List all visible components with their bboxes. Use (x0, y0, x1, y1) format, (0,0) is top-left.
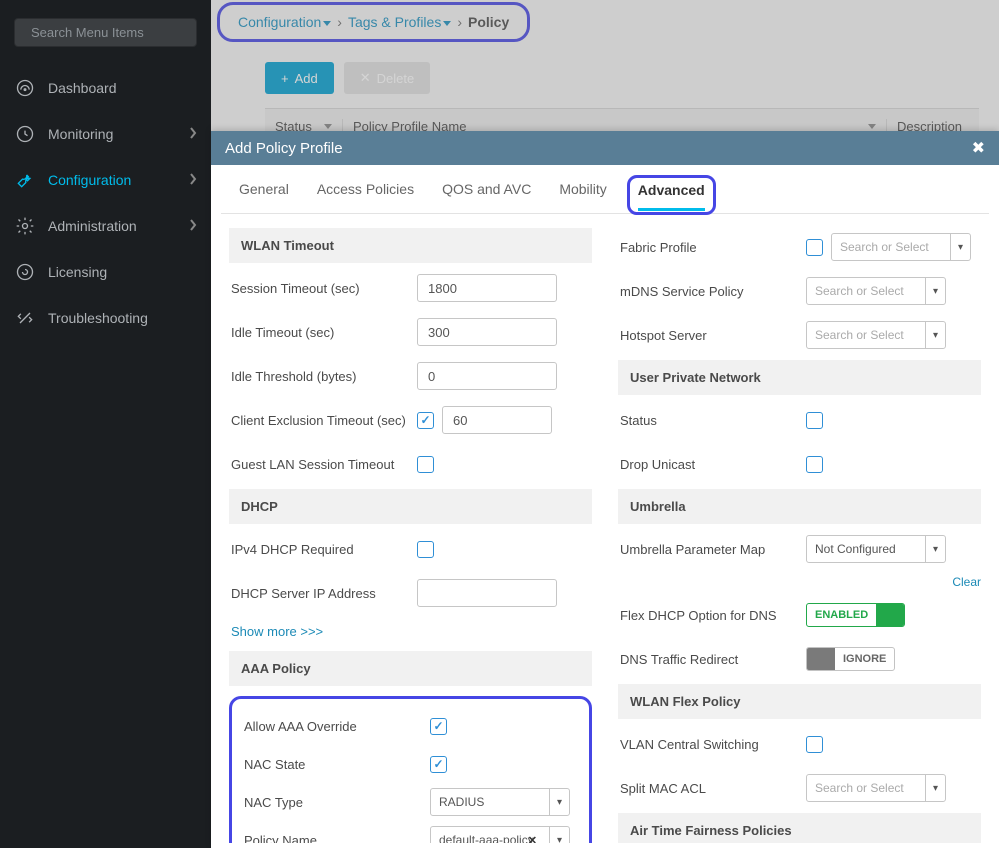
section-wlan-timeout: WLAN Timeout (229, 228, 592, 263)
label-upn-status: Status (618, 413, 806, 428)
dhcp-server-input[interactable] (417, 579, 557, 607)
aaa-policy-highlight: Allow AAA Override✓ NAC State✓ NAC TypeR… (229, 696, 592, 843)
caret-down-icon (549, 789, 569, 815)
label-ipv4-dhcp: IPv4 DHCP Required (229, 542, 417, 557)
label-guest-lan: Guest LAN Session Timeout (229, 457, 417, 472)
sidebar-item-label: Administration (48, 218, 137, 234)
label-dns-redirect: DNS Traffic Redirect (618, 652, 806, 667)
left-column: WLAN Timeout Session Timeout (sec) Idle … (229, 228, 592, 843)
search-input[interactable] (29, 24, 209, 41)
label-policy-name: Policy Name (242, 833, 430, 844)
chevron-right-icon (189, 218, 197, 234)
right-column: Fabric Profile Search or Select mDNS Serv… (618, 228, 981, 843)
umbrella-map-select[interactable]: Not Configured (806, 535, 946, 563)
allow-aaa-checkbox[interactable]: ✓ (430, 718, 447, 735)
fabric-profile-select[interactable]: Search or Select (831, 233, 971, 261)
show-more-link[interactable]: Show more >>> (229, 618, 592, 645)
section-upn: User Private Network (618, 360, 981, 395)
caret-down-icon (950, 234, 970, 260)
sidebar-item-administration[interactable]: Administration (0, 203, 211, 249)
label-dhcp-server: DHCP Server IP Address (229, 586, 417, 601)
label-hotspot: Hotspot Server (618, 328, 806, 343)
label-drop-unicast: Drop Unicast (618, 457, 806, 472)
label-idle-threshold: Idle Threshold (bytes) (229, 369, 417, 384)
upn-status-checkbox[interactable] (806, 412, 823, 429)
close-icon[interactable]: ✖ (972, 138, 985, 158)
vlan-central-checkbox[interactable] (806, 736, 823, 753)
label-mdns: mDNS Service Policy (618, 284, 806, 299)
sidebar-item-troubleshooting[interactable]: Troubleshooting (0, 295, 211, 341)
policy-name-select[interactable]: default-aaa-policy✕ (430, 826, 570, 843)
section-atf: Air Time Fairness Policies (618, 813, 981, 843)
sidebar-item-licensing[interactable]: Licensing (0, 249, 211, 295)
sidebar-item-label: Dashboard (48, 80, 117, 96)
monitoring-icon (14, 123, 36, 145)
caret-down-icon (925, 536, 945, 562)
caret-down-icon (925, 775, 945, 801)
mdns-select[interactable]: Search or Select (806, 277, 946, 305)
caret-down-icon (925, 322, 945, 348)
dashboard-icon (14, 77, 36, 99)
label-split-mac: Split MAC ACL (618, 781, 806, 796)
hotspot-select[interactable]: Search or Select (806, 321, 946, 349)
label-nac-type: NAC Type (242, 795, 430, 810)
sidebar-item-configuration[interactable]: Configuration (0, 157, 211, 203)
sidebar-search[interactable] (14, 18, 197, 47)
label-client-exclusion: Client Exclusion Timeout (sec) (229, 413, 417, 428)
sidebar: Dashboard Monitoring Configuration Admin… (0, 0, 211, 848)
section-dhcp: DHCP (229, 489, 592, 524)
client-exclusion-checkbox[interactable]: ✓ (417, 412, 434, 429)
sidebar-item-label: Licensing (48, 264, 107, 280)
session-timeout-input[interactable] (417, 274, 557, 302)
modal-title: Add Policy Profile (225, 140, 343, 157)
tab-general[interactable]: General (239, 177, 289, 213)
sidebar-item-label: Troubleshooting (48, 310, 148, 326)
client-exclusion-input[interactable] (442, 406, 552, 434)
main-content: Configuration › Tags & Profiles › Policy… (211, 0, 999, 848)
idle-threshold-input[interactable] (417, 362, 557, 390)
flex-dhcp-toggle[interactable]: ENABLED (806, 603, 905, 627)
section-aaa: AAA Policy (229, 651, 592, 686)
add-policy-profile-modal: Add Policy Profile ✖ General Access Poli… (211, 131, 999, 848)
label-idle-timeout: Idle Timeout (sec) (229, 325, 417, 340)
tab-mobility[interactable]: Mobility (559, 177, 606, 213)
modal-tabs: General Access Policies QOS and AVC Mobi… (221, 165, 989, 214)
caret-down-icon (549, 827, 569, 843)
tab-advanced[interactable]: Advanced (638, 178, 705, 211)
ipv4-dhcp-checkbox[interactable] (417, 541, 434, 558)
label-nac-state: NAC State (242, 757, 430, 772)
label-fabric-profile: Fabric Profile (618, 240, 806, 255)
modal-header: Add Policy Profile ✖ (211, 131, 999, 165)
sidebar-item-monitoring[interactable]: Monitoring (0, 111, 211, 157)
label-session-timeout: Session Timeout (sec) (229, 281, 417, 296)
gear-icon (14, 215, 36, 237)
fabric-profile-checkbox[interactable] (806, 239, 823, 256)
guest-lan-checkbox[interactable] (417, 456, 434, 473)
tab-qos-avc[interactable]: QOS and AVC (442, 177, 531, 213)
label-umbrella-map: Umbrella Parameter Map (618, 542, 806, 557)
nac-state-checkbox[interactable]: ✓ (430, 756, 447, 773)
section-umbrella: Umbrella (618, 489, 981, 524)
sidebar-item-label: Monitoring (48, 126, 113, 142)
section-wlan-flex: WLAN Flex Policy (618, 684, 981, 719)
tools-icon (14, 307, 36, 329)
clear-icon[interactable]: ✕ (520, 834, 545, 844)
idle-timeout-input[interactable] (417, 318, 557, 346)
chevron-right-icon (189, 126, 197, 142)
split-mac-select[interactable]: Search or Select (806, 774, 946, 802)
caret-down-icon (925, 278, 945, 304)
chevron-right-icon (189, 172, 197, 188)
wrench-icon (14, 169, 36, 191)
label-flex-dhcp: Flex DHCP Option for DNS (618, 608, 806, 623)
license-icon (14, 261, 36, 283)
nac-type-select[interactable]: RADIUS (430, 788, 570, 816)
label-allow-aaa: Allow AAA Override (242, 719, 430, 734)
clear-link[interactable]: Clear (952, 575, 981, 589)
dns-redirect-toggle[interactable]: IGNORE (806, 647, 895, 671)
label-vlan-central: VLAN Central Switching (618, 737, 806, 752)
drop-unicast-checkbox[interactable] (806, 456, 823, 473)
sidebar-item-dashboard[interactable]: Dashboard (0, 65, 211, 111)
tab-access-policies[interactable]: Access Policies (317, 177, 414, 213)
sidebar-item-label: Configuration (48, 172, 131, 188)
